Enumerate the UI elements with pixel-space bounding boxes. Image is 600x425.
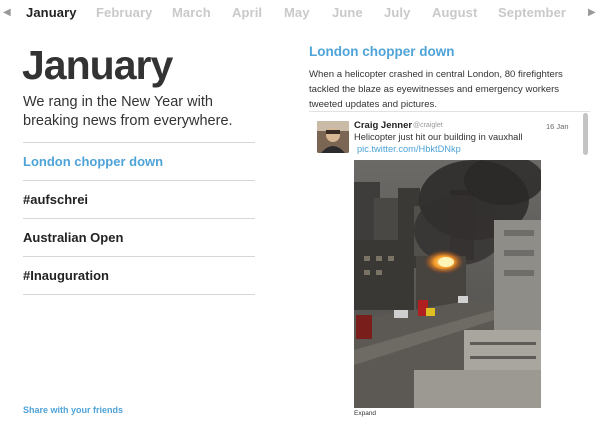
expand-link[interactable]: Expand (354, 410, 376, 417)
scrollbar[interactable] (580, 112, 590, 425)
scrollbar-thumb[interactable] (583, 113, 588, 155)
tweet-date: 16 Jan (546, 122, 569, 131)
month-tab-september[interactable]: September (498, 5, 566, 20)
topic-item[interactable]: London chopper down (23, 143, 255, 181)
month-tab-april[interactable]: April (232, 5, 262, 20)
month-tab-june[interactable]: June (332, 5, 363, 20)
helicopter-crash-photo (354, 160, 541, 408)
month-tab-august[interactable]: August (432, 5, 477, 20)
month-tab-may[interactable]: May (284, 5, 310, 20)
avatar[interactable] (317, 121, 349, 153)
tweet-media-link[interactable]: pic.twitter.com/HbktDNkp (357, 144, 461, 154)
topic-label: London chopper down (23, 154, 164, 169)
story-title-link[interactable]: London chopper down (309, 44, 454, 59)
month-tab-march[interactable]: March (172, 5, 211, 20)
intro-text: We rang in the New Year with breaking ne… (23, 94, 233, 129)
topic-label: Australian Open (23, 230, 124, 245)
month-tab-february[interactable]: February (96, 5, 152, 20)
page-title: January (22, 42, 173, 88)
tweet-text: Helicopter just hit our building in vaux… (354, 132, 523, 142)
topic-list: London chopper down #aufschrei Australia… (23, 142, 255, 295)
topic-item[interactable]: #aufschrei (23, 181, 255, 219)
topic-label: #Inauguration (23, 268, 109, 283)
topic-item[interactable]: #Inauguration (23, 257, 255, 295)
chevron-left-icon[interactable]: ◀ (3, 7, 11, 18)
month-tab-january[interactable]: January (26, 5, 77, 20)
avatar-image (317, 121, 349, 153)
story-description: When a helicopter crashed in central Lon… (309, 69, 563, 110)
share-link[interactable]: Share with your friends (23, 405, 123, 415)
tweet-photo[interactable] (354, 160, 541, 408)
tweet-author-handle[interactable]: @craiglet (413, 122, 443, 129)
topic-label: #aufschrei (23, 192, 89, 207)
month-nav: ◀ January February March April May June … (0, 0, 600, 26)
chevron-right-icon[interactable]: ▶ (588, 7, 596, 18)
tweet-panel[interactable]: Craig Jenner @craiglet 16 Jan Helicopter… (309, 111, 590, 425)
topic-item[interactable]: Australian Open (23, 219, 255, 257)
tweet-author-name[interactable]: Craig Jenner (354, 120, 412, 131)
month-tab-july[interactable]: July (384, 5, 410, 20)
